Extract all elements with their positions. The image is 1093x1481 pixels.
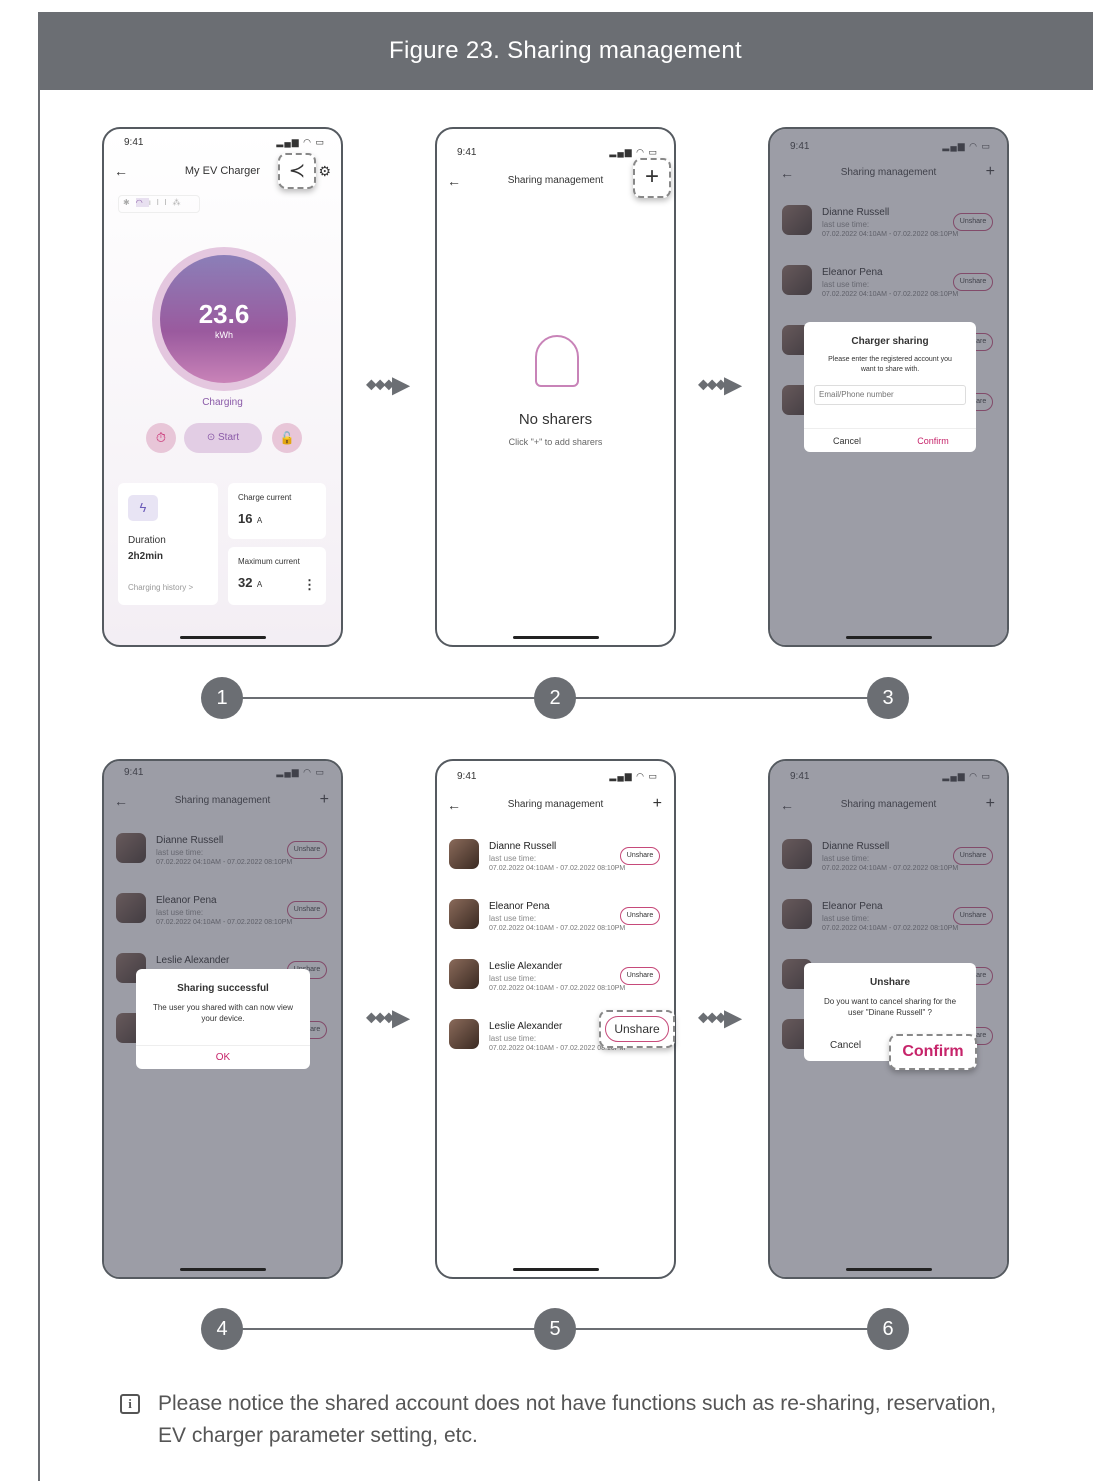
unshare-button[interactable]: Unshare — [620, 907, 660, 925]
header: ← Sharing management + — [447, 795, 662, 813]
list-item: Leslie Alexander last use time: 07.02.2022… — [449, 959, 662, 1009]
lock-button[interactable]: 🔓 — [272, 423, 302, 453]
step-marker-3: 3 — [867, 677, 909, 719]
timer-button[interactable]: ⏱ — [146, 423, 176, 453]
sharing-success-dialog: Sharing successful The user you shared w… — [136, 969, 310, 1069]
confirm-button[interactable]: Confirm — [890, 429, 976, 452]
frame-border — [38, 90, 40, 1481]
step-marker-4: 4 — [201, 1308, 243, 1350]
confirm-highlight[interactable]: Confirm — [889, 1034, 977, 1070]
charging-status: Charging — [202, 397, 243, 408]
max-current-card[interactable]: Maximum current 32 A ⋮ — [228, 547, 326, 605]
cancel-button[interactable]: Cancel — [830, 1040, 861, 1051]
empty-state-subtitle: Click "+" to add sharers — [508, 437, 603, 447]
phone-step-1: 9:41 ▂▄▆ ◠ ▭ ← My EV Charger ⚙ ✱◠ıll⁂ 23.… — [102, 127, 343, 647]
home-indicator — [846, 1268, 932, 1271]
unshare-button-large: Unshare — [605, 1016, 669, 1042]
cellular-icon[interactable]: ıll — [149, 198, 173, 207]
share-icon: ≺ — [288, 160, 306, 182]
home-indicator — [513, 1268, 599, 1271]
flow-arrow-2: ◆◆◆▶ — [698, 372, 741, 397]
home-indicator — [180, 1268, 266, 1271]
info-icon: i — [120, 1394, 140, 1414]
avatar — [449, 899, 479, 929]
connectivity-tabs: ✱◠ıll⁂ — [118, 195, 200, 213]
more-icon[interactable]: ⋮ — [303, 577, 316, 593]
settings-icon[interactable]: ⚙ — [318, 163, 331, 180]
duration-card[interactable]: ϟ Duration 2h2min Charging history > — [118, 483, 218, 605]
unshare-button[interactable]: Unshare — [620, 967, 660, 985]
step-marker-2: 2 — [534, 677, 576, 719]
flow-arrow-1: ◆◆◆▶ — [366, 372, 409, 397]
empty-state-title: No sharers — [518, 411, 593, 428]
play-icon: ⊙ — [206, 432, 219, 443]
plus-icon: + — [644, 163, 659, 190]
home-indicator — [846, 636, 932, 639]
step-marker-1: 1 — [201, 677, 243, 719]
home-indicator — [513, 636, 599, 639]
status-bar: 9:41▂▄▆ ◠ ▭ — [457, 771, 658, 782]
wifi-icon[interactable]: ◠ — [135, 198, 149, 207]
flow-arrow-3: ◆◆◆▶ — [366, 1005, 409, 1030]
phone-step-2: 9:41 ▂▄▆ ◠ ▭ ← Sharing management No shar… — [435, 127, 676, 647]
ethernet-icon[interactable]: ⁂ — [172, 198, 186, 207]
energy-gauge: 23.6 kWh — [152, 247, 296, 391]
signal-icon: ▂▄▆ ◠ ▭ — [609, 147, 658, 157]
add-sharer-highlight[interactable]: + — [633, 158, 671, 198]
figure-title-bar: Figure 23. Sharing management — [38, 12, 1093, 90]
account-input[interactable] — [814, 384, 966, 405]
avatar — [449, 1019, 479, 1049]
empty-user-icon — [535, 335, 579, 387]
avatar — [449, 959, 479, 989]
signal-icon: ▂▄▆ ◠ ▭ — [276, 137, 325, 147]
phone-step-6: 9:41▂▄▆ ◠ ▭ ← Sharing management + Diann… — [768, 759, 1009, 1279]
energy-unit: kWh — [215, 329, 233, 340]
home-indicator — [180, 636, 266, 639]
phone-step-3: 9:41▂▄▆ ◠ ▭ ← Sharing management + Diann… — [768, 127, 1009, 647]
charge-current-card: Charge current 16 A — [228, 483, 326, 539]
cancel-button[interactable]: Cancel — [804, 429, 890, 452]
plus-icon[interactable]: + — [653, 795, 662, 813]
charging-history-link[interactable]: Charging history > — [128, 583, 193, 592]
energy-value: 23.6 — [198, 298, 250, 329]
phone-step-4: 9:41▂▄▆ ◠ ▭ ← Sharing management + Diann… — [102, 759, 343, 1279]
note-text: Please notice the shared account does no… — [158, 1392, 997, 1447]
flow-arrow-4: ◆◆◆▶ — [698, 1005, 741, 1030]
unshare-button[interactable]: Unshare — [620, 847, 660, 865]
unshare-highlight[interactable]: Unshare — [599, 1010, 675, 1048]
step-marker-5: 5 — [534, 1308, 576, 1350]
share-icon-highlight[interactable]: ≺ — [278, 153, 316, 189]
ok-button[interactable]: OK — [136, 1045, 310, 1069]
start-button[interactable]: ⊙ Start — [184, 423, 262, 453]
lightning-icon: ϟ — [128, 495, 158, 521]
confirm-button-large: Confirm — [902, 1043, 964, 1060]
list-item: Eleanor Penalast use time:07.02.2022 04:… — [449, 899, 662, 949]
bluetooth-icon[interactable]: ✱ — [123, 198, 136, 207]
list-item: Dianne Russelllast use time:07.02.2022 0… — [449, 839, 662, 889]
info-note: i Please notice the shared account does … — [120, 1388, 1020, 1451]
signal-icon: ▂▄▆ ◠ ▭ — [609, 771, 658, 781]
avatar — [449, 839, 479, 869]
figure-title: Figure 23. Sharing management — [389, 37, 742, 64]
step-marker-6: 6 — [867, 1308, 909, 1350]
charger-sharing-dialog: Charger sharing Please enter the registe… — [804, 322, 976, 452]
status-bar: 9:41▂▄▆ ◠ ▭ — [124, 137, 325, 148]
